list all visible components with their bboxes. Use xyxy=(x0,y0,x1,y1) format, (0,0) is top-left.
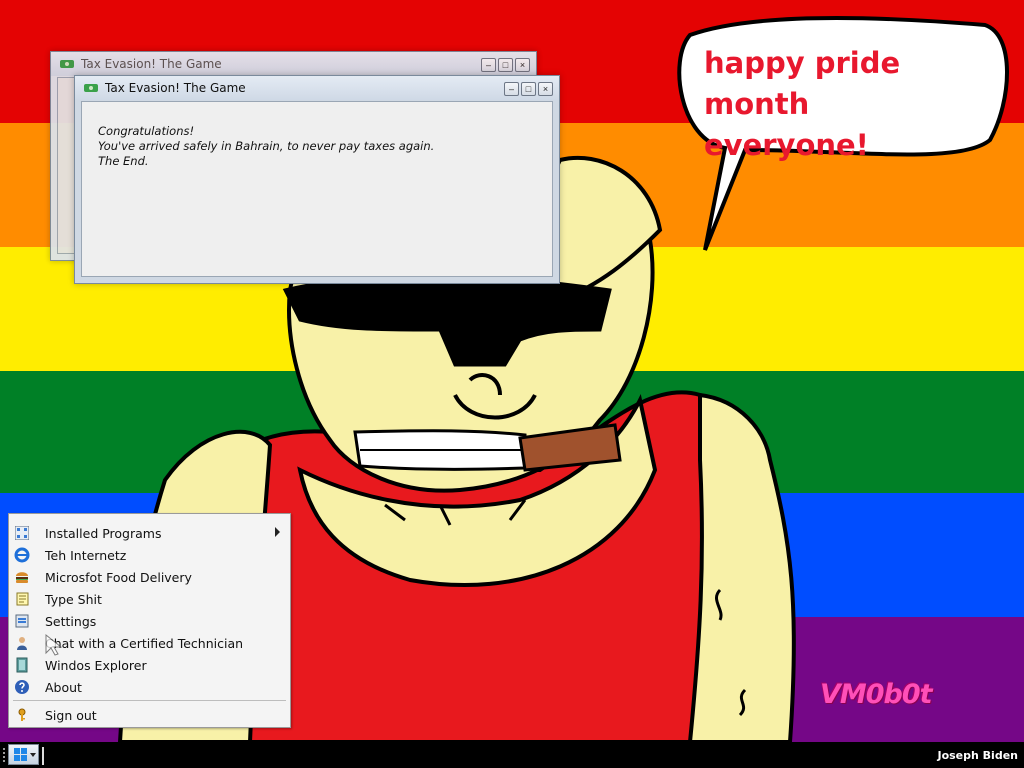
maximize-button[interactable]: □ xyxy=(498,58,513,72)
menu-divider xyxy=(13,700,286,701)
technician-icon xyxy=(14,635,30,651)
menu-item-label: Type Shit xyxy=(45,592,102,607)
menu-item-food-delivery[interactable]: Microsfot Food Delivery xyxy=(9,566,290,588)
money-icon xyxy=(60,60,74,68)
window-titlebar[interactable]: Tax Evasion! The Game – □ × xyxy=(75,76,559,100)
taskbar-grip-icon[interactable] xyxy=(2,747,6,763)
menu-item-settings[interactable]: Settings xyxy=(9,610,290,632)
windows-logo-icon xyxy=(14,748,36,761)
window-client-area: Congratulations! You've arrived safely i… xyxy=(81,101,553,277)
internet-explorer-icon xyxy=(14,547,30,563)
speech-bubble-text: happy pride month everyone! xyxy=(704,43,994,166)
speech-line-2: everyone! xyxy=(704,128,869,162)
speech-line-1: happy pride month xyxy=(704,46,901,121)
message-line: Congratulations! xyxy=(98,124,195,138)
start-button[interactable] xyxy=(8,744,39,765)
menu-item-installed-programs[interactable]: Installed Programs xyxy=(9,522,290,544)
window-title: Tax Evasion! The Game xyxy=(81,57,222,71)
help-icon xyxy=(14,679,30,695)
start-menu: Installed Programs Teh Internetz Microsf… xyxy=(8,513,291,728)
money-icon xyxy=(84,84,98,92)
menu-item-label: Microsfot Food Delivery xyxy=(45,570,192,585)
maximize-button[interactable]: □ xyxy=(521,82,536,96)
window-titlebar[interactable]: Tax Evasion! The Game – □ × xyxy=(51,52,536,76)
menu-item-type-shit[interactable]: Type Shit xyxy=(9,588,290,610)
menu-item-label: Sign out xyxy=(45,708,97,723)
game-message: Congratulations! You've arrived safely i… xyxy=(98,124,434,169)
menu-item-label: Windos Explorer xyxy=(45,658,147,673)
settings-icon xyxy=(14,613,30,629)
programs-grid-icon xyxy=(14,525,30,541)
close-button[interactable]: × xyxy=(538,82,553,96)
burger-icon xyxy=(14,569,30,585)
menu-item-sign-out[interactable]: Sign out xyxy=(9,704,290,726)
window-title: Tax Evasion! The Game xyxy=(105,81,246,95)
taskbar-divider xyxy=(42,747,44,765)
minimize-button[interactable]: – xyxy=(504,82,519,96)
taskbar xyxy=(0,742,1024,768)
menu-item-label: About xyxy=(45,680,82,695)
minimize-button[interactable]: – xyxy=(481,58,496,72)
close-button[interactable]: × xyxy=(515,58,530,72)
menu-item-windos-explorer[interactable]: Windos Explorer xyxy=(9,654,290,676)
message-line: You've arrived safely in Bahrain, to nev… xyxy=(98,139,435,153)
notepad-icon xyxy=(14,591,30,607)
watermark: VM0b0t xyxy=(820,679,933,710)
menu-item-label: Chat with a Certified Technician xyxy=(45,636,244,651)
menu-item-label: Installed Programs xyxy=(45,526,162,541)
taskbar-user-name[interactable]: Joseph Biden xyxy=(937,749,1018,762)
menu-item-label: Settings xyxy=(45,614,97,629)
message-line: The End. xyxy=(98,154,149,168)
submenu-arrow-icon xyxy=(275,527,280,537)
menu-item-teh-internetz[interactable]: Teh Internetz xyxy=(9,544,290,566)
right-arm xyxy=(687,392,796,742)
menu-item-about[interactable]: About xyxy=(9,676,290,698)
menu-item-label: Teh Internetz xyxy=(45,548,127,563)
key-icon xyxy=(14,707,30,723)
game-window-foreground[interactable]: Tax Evasion! The Game – □ × Congratulati… xyxy=(74,75,560,284)
explorer-icon xyxy=(14,657,30,673)
mouse-cursor-icon xyxy=(45,633,63,656)
